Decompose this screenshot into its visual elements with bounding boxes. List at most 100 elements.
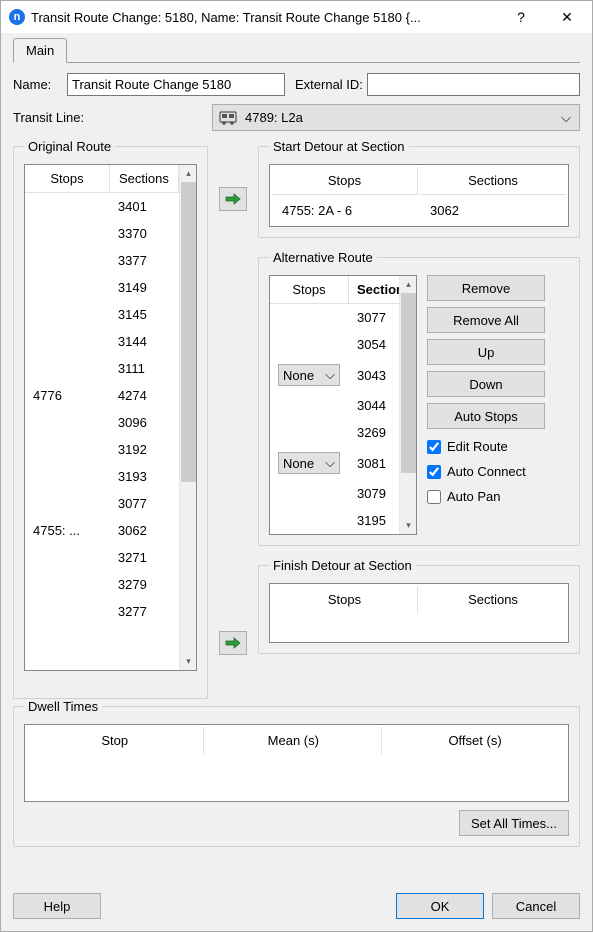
table-row[interactable]: 3192 <box>25 436 179 463</box>
alt-stop-cell <box>270 392 349 419</box>
alt-section: 3043 <box>349 358 400 392</box>
help-question-icon[interactable]: ? <box>498 2 544 32</box>
auto-pan-checkbox[interactable]: Auto Pan <box>427 489 545 504</box>
orig-stop <box>25 571 109 598</box>
orig-section: 3149 <box>109 274 178 301</box>
orig-section: 3377 <box>109 247 178 274</box>
scroll-thumb[interactable] <box>181 182 196 482</box>
ok-button[interactable]: OK <box>396 893 484 919</box>
stop-dropdown[interactable]: None⌵ <box>278 452 340 474</box>
start-detour-group: Start Detour at Section Stops Sections 4… <box>258 139 580 238</box>
alt-section: 3077 <box>349 304 400 332</box>
scroll-up-icon[interactable]: ▴ <box>180 165 197 182</box>
table-row[interactable]: 3269 <box>270 419 399 446</box>
start-detour-table[interactable]: Stops Sections 4755: 2A - 6 3062 <box>269 164 569 227</box>
external-id-input[interactable] <box>367 73 580 96</box>
stop-dropdown[interactable]: None⌵ <box>278 364 340 386</box>
down-button[interactable]: Down <box>427 371 545 397</box>
table-row[interactable]: 3079 <box>270 480 399 507</box>
orig-stop: 4776 <box>25 382 109 409</box>
orig-stop <box>25 220 109 247</box>
table-row[interactable]: 3279 <box>25 571 179 598</box>
up-button[interactable]: Up <box>427 339 545 365</box>
dwell-header-mean: Mean (s) <box>206 727 383 754</box>
window-title: Transit Route Change: 5180, Name: Transi… <box>31 10 498 25</box>
cancel-button[interactable]: Cancel <box>492 893 580 919</box>
alternative-route-table[interactable]: Stops Sections 30773054None⌵304330443269… <box>269 275 417 535</box>
orig-section: 3192 <box>109 436 178 463</box>
transit-line-select[interactable]: 4789: L2a ⌵ <box>212 104 580 131</box>
table-row[interactable]: 3401 <box>25 193 179 221</box>
orig-header-stops: Stops <box>25 165 109 193</box>
table-row[interactable]: None⌵3081 <box>270 446 399 480</box>
dwell-header-offset: Offset (s) <box>384 727 566 754</box>
alt-stop-cell <box>270 304 349 332</box>
title-bar: n Transit Route Change: 5180, Name: Tran… <box>1 1 592 33</box>
scroll-down-icon[interactable]: ▾ <box>180 653 197 670</box>
table-row[interactable]: 3111 <box>25 355 179 382</box>
tab-main[interactable]: Main <box>13 38 67 63</box>
dwell-header-stop: Stop <box>27 727 204 754</box>
orig-scrollbar[interactable]: ▴ ▾ <box>179 165 196 670</box>
alt-stop-cell <box>270 331 349 358</box>
orig-section: 3144 <box>109 328 178 355</box>
set-all-times-button[interactable]: Set All Times... <box>459 810 569 836</box>
name-input[interactable] <box>67 73 285 96</box>
table-row[interactable]: 47764274 <box>25 382 179 409</box>
dialog-footer: Help OK Cancel <box>13 883 580 919</box>
alternative-route-group: Alternative Route Stops Sections 3077305… <box>258 250 580 546</box>
orig-stop <box>25 274 109 301</box>
alt-stop-cell <box>270 507 349 534</box>
auto-connect-checkbox[interactable]: Auto Connect <box>427 464 545 479</box>
scroll-up-icon[interactable]: ▴ <box>400 276 417 293</box>
table-row[interactable]: 3054 <box>270 331 399 358</box>
alt-scrollbar[interactable]: ▴ ▾ <box>399 276 416 534</box>
table-row[interactable]: 4755: ...3062 <box>25 517 179 544</box>
table-row[interactable]: 3193 <box>25 463 179 490</box>
orig-stop <box>25 409 109 436</box>
close-icon[interactable]: ✕ <box>544 2 590 32</box>
table-row[interactable]: 3044 <box>270 392 399 419</box>
original-route-table[interactable]: Stops Sections 3401337033773149314531443… <box>24 164 197 671</box>
start-detour-title: Start Detour at Section <box>269 139 409 154</box>
table-row[interactable]: 3096 <box>25 409 179 436</box>
orig-section: 4274 <box>109 382 178 409</box>
finish-detour-title: Finish Detour at Section <box>269 558 416 573</box>
table-row[interactable]: 3271 <box>25 544 179 571</box>
finish-detour-table[interactable]: Stops Sections <box>269 583 569 643</box>
table-row[interactable]: 3377 <box>25 247 179 274</box>
remove-button[interactable]: Remove <box>427 275 545 301</box>
help-button[interactable]: Help <box>13 893 101 919</box>
table-row[interactable]: 3145 <box>25 301 179 328</box>
table-row[interactable]: 3144 <box>25 328 179 355</box>
start-detour-stop: 4755: 2A - 6 <box>272 197 418 224</box>
alt-section: 3079 <box>349 480 400 507</box>
scroll-thumb[interactable] <box>401 293 416 473</box>
move-to-finish-detour-button[interactable] <box>219 631 247 655</box>
finish-detour-group: Finish Detour at Section Stops Sections <box>258 558 580 654</box>
orig-section: 3279 <box>109 571 178 598</box>
edit-route-checkbox[interactable]: Edit Route <box>427 439 545 454</box>
orig-section: 3096 <box>109 409 178 436</box>
chevron-down-icon: ⌵ <box>325 455 335 471</box>
dwell-times-table[interactable]: Stop Mean (s) Offset (s) <box>24 724 569 802</box>
table-row[interactable]: 3195 <box>270 507 399 534</box>
orig-section: 3145 <box>109 301 178 328</box>
orig-section: 3193 <box>109 463 178 490</box>
table-row[interactable]: 4755: 2A - 6 3062 <box>272 197 566 224</box>
table-row[interactable]: 3149 <box>25 274 179 301</box>
dwell-times-title: Dwell Times <box>24 699 102 714</box>
alt-stop-cell <box>270 419 349 446</box>
tab-strip: Main <box>13 37 580 62</box>
bus-icon <box>219 111 237 125</box>
table-row[interactable]: 3370 <box>25 220 179 247</box>
alt-stop-cell <box>270 480 349 507</box>
table-row[interactable]: 3077 <box>270 304 399 332</box>
remove-all-button[interactable]: Remove All <box>427 307 545 333</box>
move-to-start-detour-button[interactable] <box>219 187 247 211</box>
auto-stops-button[interactable]: Auto Stops <box>427 403 545 429</box>
scroll-down-icon[interactable]: ▾ <box>400 517 417 534</box>
table-row[interactable]: None⌵ 3043 <box>270 358 399 392</box>
table-row[interactable]: 3077 <box>25 490 179 517</box>
table-row[interactable]: 3277 <box>25 598 179 625</box>
